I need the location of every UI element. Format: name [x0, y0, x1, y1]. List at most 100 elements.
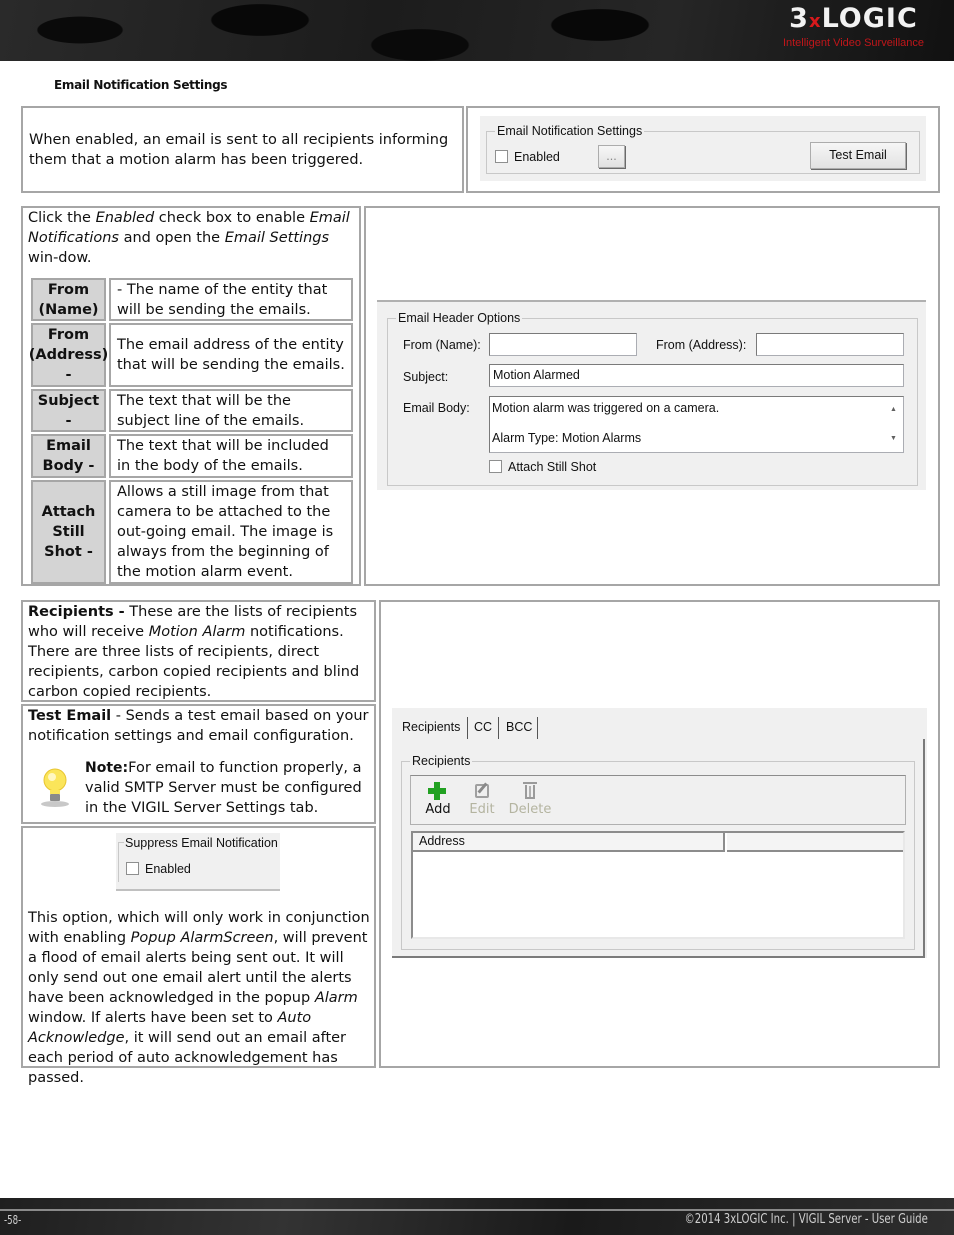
- from-address-label: From (Address):: [656, 338, 747, 352]
- definition-term: Email Body -: [31, 434, 106, 478]
- header-banner: 3xLOGIC Intelligent Video Surveillance: [0, 0, 954, 61]
- edit-button[interactable]: Edit: [463, 780, 501, 818]
- row1-description-cell: When enabled, an email is sent to all re…: [21, 106, 464, 193]
- delete-label: Delete: [508, 802, 552, 817]
- definition-term: Attach Still Shot -: [31, 480, 106, 584]
- delete-button[interactable]: Delete: [506, 780, 554, 818]
- intro-text: check box to enable: [154, 210, 310, 226]
- ellipsis-button[interactable]: ...: [598, 145, 625, 168]
- definition-row: From (Name) - The name of the entity tha…: [31, 278, 353, 321]
- definition-row: Subject - The text that will be the subj…: [31, 389, 353, 432]
- recipients-screenshot-cell: Recipients CC BCC Recipients Add Edit De…: [379, 600, 940, 1068]
- definition-row: Email Body - The text that will be inclu…: [31, 434, 353, 478]
- intro-text: and open the: [119, 230, 225, 246]
- edit-icon: [463, 780, 501, 802]
- from-address-field[interactable]: [756, 333, 904, 356]
- recipients-term: Recipients -: [28, 604, 125, 620]
- tab-bcc[interactable]: BCC: [502, 717, 536, 739]
- intro-text: Click the: [28, 210, 96, 226]
- recipients-description-cell: Recipients - These are the lists of reci…: [21, 600, 376, 702]
- add-label: Add: [425, 802, 451, 817]
- scroll-up-icon[interactable]: ▲: [890, 402, 897, 418]
- row1-description: When enabled, an email is sent to all re…: [29, 132, 449, 168]
- attach-still-shot-checkbox[interactable]: Attach Still Shot: [489, 459, 596, 475]
- test-email-description-cell: Test Email - Sends a test email based on…: [21, 704, 376, 824]
- logo-text-logic: LOGIC: [821, 3, 918, 34]
- intro-emph-enabled: Enabled: [95, 210, 155, 226]
- recipients-description: Recipients - These are the lists of reci…: [28, 602, 373, 702]
- email-header-panel: Email Header Options From (Name): From (…: [377, 300, 926, 490]
- body-line: Motion alarm was triggered on a camera.: [492, 401, 720, 415]
- definition-row: From (Address) - The email address of th…: [29, 323, 353, 387]
- email-notification-panel: Email Notification Settings Enabled ... …: [480, 116, 926, 181]
- address-list[interactable]: Address: [411, 831, 905, 939]
- group-title: Email Header Options: [396, 310, 523, 326]
- intro-emph-email-settings: Email Settings: [224, 230, 330, 246]
- tab-recipients[interactable]: Recipients: [398, 717, 464, 739]
- scroll-down-icon[interactable]: ▼: [890, 431, 897, 447]
- from-name-field[interactable]: [489, 333, 637, 356]
- column-header-blank[interactable]: [727, 833, 903, 852]
- note: Note:For email to function properly, a v…: [85, 758, 370, 818]
- from-name-label: From (Name):: [403, 338, 481, 352]
- plus-icon: [419, 780, 457, 802]
- intro-text: win-dow.: [28, 250, 92, 266]
- suppress-emph: Alarm: [314, 990, 358, 1006]
- definition-row: Attach Still Shot - Allows a still image…: [31, 480, 353, 584]
- body-scrollbar[interactable]: ▲ ▼: [886, 397, 903, 452]
- group-title: Recipients: [410, 753, 473, 769]
- enabled-checkbox[interactable]: Enabled: [495, 149, 560, 165]
- lightbulb-icon: [37, 766, 73, 808]
- definition-desc: The email address of the entity that wil…: [109, 323, 353, 387]
- group-edge: [118, 842, 119, 882]
- definition-term: Subject -: [31, 389, 106, 432]
- recipients-group: Recipients Add Edit Delete Address: [401, 753, 915, 950]
- tab-cc[interactable]: CC: [470, 717, 496, 739]
- email-header-group: Email Header Options From (Name): From (…: [387, 310, 918, 486]
- definition-term: From (Address) -: [29, 323, 108, 387]
- row2-intro: Click the Enabled check box to enable Em…: [28, 208, 358, 268]
- logo: 3xLOGIC Intelligent Video Surveillance: [783, 4, 924, 50]
- recipients-panel: Recipients CC BCC Recipients Add Edit De…: [392, 708, 927, 958]
- checkbox-box[interactable]: [495, 150, 508, 163]
- tab-separator: [467, 717, 468, 739]
- row2-screenshot-cell: Email Header Options From (Name): From (…: [364, 206, 940, 586]
- footer-copyright: ©2014 3xLOGIC Inc. | VIGIL Server - User…: [684, 1212, 928, 1227]
- section-title: Email Notification Settings: [54, 78, 228, 92]
- suppress-text: window. If alerts have been set to: [28, 1010, 278, 1026]
- footer-rule: [0, 1209, 954, 1211]
- checkbox-box[interactable]: [489, 460, 502, 473]
- logo-tagline: Intelligent Video Surveillance: [782, 37, 924, 49]
- body-textarea[interactable]: Motion alarm was triggered on a camera. …: [489, 396, 904, 453]
- recipients-toolbar: Add Edit Delete: [410, 775, 906, 825]
- group-edge: [118, 842, 124, 843]
- enabled-label: Enabled: [514, 150, 560, 164]
- suppress-enabled-label: Enabled: [145, 862, 191, 876]
- add-button[interactable]: Add: [419, 780, 457, 818]
- body-line: Alarm Type: Motion Alarms: [492, 431, 642, 445]
- logo-text-3: 3: [789, 3, 809, 34]
- definition-desc: The text that will be included in the bo…: [109, 434, 353, 478]
- attach-still-shot-label: Attach Still Shot: [508, 460, 597, 474]
- column-header-address[interactable]: Address: [413, 833, 725, 852]
- subject-field[interactable]: Motion Alarmed: [489, 364, 904, 387]
- footer: -58- ©2014 3xLOGIC Inc. | VIGIL Server -…: [0, 1198, 954, 1235]
- note-label: Note:: [85, 760, 129, 776]
- suppress-enabled-checkbox[interactable]: Enabled: [126, 861, 191, 877]
- trash-icon: [506, 780, 554, 802]
- row2-description-cell: Click the Enabled check box to enable Em…: [21, 206, 361, 586]
- recipients-emph: Motion Alarm: [148, 624, 246, 640]
- definition-desc: - The name of the entity that will be se…: [109, 278, 353, 321]
- tab-separator: [498, 717, 499, 739]
- definition-desc: Allows a still image from that camera to…: [109, 480, 353, 584]
- edit-label: Edit: [469, 802, 495, 817]
- test-email-description: Test Email - Sends a test email based on…: [28, 706, 373, 746]
- definition-desc: The text that will be the subject line o…: [109, 389, 353, 432]
- checkbox-box[interactable]: [126, 862, 139, 875]
- tab-separator: [537, 717, 538, 739]
- suppress-group-title: Suppress Email Notification: [125, 836, 278, 850]
- body-label: Email Body:: [403, 401, 470, 415]
- group-title: Email Notification Settings: [495, 123, 645, 139]
- suppress-description: This option, which will only work in con…: [28, 908, 373, 1088]
- test-email-button[interactable]: Test Email: [810, 142, 906, 169]
